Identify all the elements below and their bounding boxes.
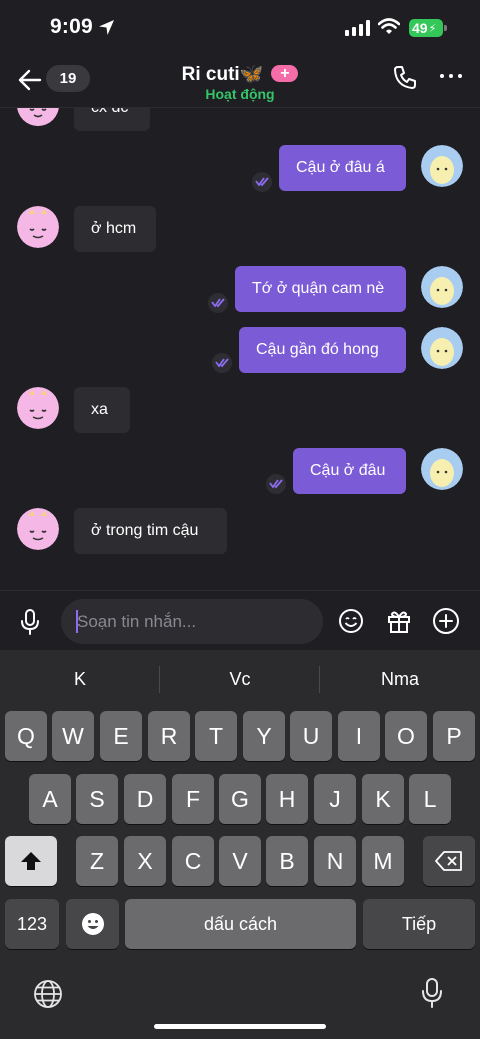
key[interactable]: Q bbox=[5, 711, 47, 761]
wifi-icon bbox=[378, 18, 400, 34]
my-avatar[interactable] bbox=[421, 266, 463, 308]
key[interactable]: U bbox=[290, 711, 332, 761]
message-bubble-sent[interactable]: Cậu ở đâu á bbox=[279, 145, 406, 191]
suggestion-bar: K Vc Nma bbox=[0, 650, 480, 706]
key[interactable]: H bbox=[266, 774, 308, 824]
message-bubble-received[interactable]: ở trong tim cậu bbox=[74, 508, 227, 554]
key[interactable]: I bbox=[338, 711, 380, 761]
my-avatar[interactable] bbox=[421, 448, 463, 490]
key[interactable]: G bbox=[219, 774, 261, 824]
space-key[interactable]: dấu cách bbox=[125, 899, 356, 949]
voice-message-icon[interactable] bbox=[18, 608, 42, 636]
suggestion-item[interactable]: Nma bbox=[320, 669, 480, 690]
status-time: 9:09 bbox=[50, 15, 93, 38]
contact-avatar[interactable] bbox=[17, 508, 59, 550]
key[interactable]: D bbox=[124, 774, 166, 824]
message-composer bbox=[0, 590, 480, 650]
message-bubble-sent[interactable]: Cậu ở đâu bbox=[293, 448, 406, 494]
contact-avatar[interactable] bbox=[17, 108, 59, 126]
key[interactable]: Z bbox=[76, 836, 118, 886]
key[interactable]: Y bbox=[243, 711, 285, 761]
globe-icon[interactable] bbox=[33, 979, 63, 1009]
add-attachment-icon[interactable] bbox=[432, 607, 460, 635]
seen-status-icon bbox=[208, 293, 228, 313]
key[interactable]: L bbox=[409, 774, 451, 824]
shift-arrow-icon bbox=[21, 852, 41, 870]
message-bubble-sent[interactable]: Tớ ở quận cam nè bbox=[235, 266, 406, 312]
home-indicator[interactable] bbox=[154, 1024, 326, 1029]
contact-avatar[interactable] bbox=[17, 206, 59, 248]
shift-key[interactable] bbox=[5, 836, 57, 886]
suggestion-item[interactable]: Vc bbox=[160, 669, 320, 690]
key[interactable]: E bbox=[100, 711, 142, 761]
phone-call-icon[interactable] bbox=[392, 64, 418, 90]
status-bar: 9:09 49 ⚡ bbox=[0, 0, 480, 56]
key[interactable]: J bbox=[314, 774, 356, 824]
dictation-mic-icon[interactable] bbox=[420, 977, 444, 1009]
message-list[interactable]: cx dc Cậu ở đâu á ở hcm Tớ ở quận cam nè… bbox=[0, 108, 480, 590]
key[interactable]: O bbox=[385, 711, 427, 761]
key[interactable]: R bbox=[148, 711, 190, 761]
seen-status-icon bbox=[212, 353, 232, 373]
key[interactable]: N bbox=[314, 836, 356, 886]
key[interactable]: S bbox=[76, 774, 118, 824]
message-bubble-received[interactable]: xa bbox=[74, 387, 130, 433]
return-key[interactable]: Tiếp bbox=[363, 899, 475, 949]
backspace-key[interactable] bbox=[423, 836, 475, 886]
key[interactable]: A bbox=[29, 774, 71, 824]
cellular-signal-icon bbox=[345, 20, 370, 36]
key[interactable]: K bbox=[362, 774, 404, 824]
contact-name: Ri cuti bbox=[181, 64, 240, 85]
key[interactable]: B bbox=[266, 836, 308, 886]
emoji-key[interactable] bbox=[66, 899, 119, 949]
location-arrow-icon bbox=[99, 20, 114, 35]
contact-avatar[interactable] bbox=[17, 387, 59, 429]
key[interactable]: X bbox=[124, 836, 166, 886]
emoji-icon[interactable] bbox=[337, 607, 365, 635]
battery-level: 49 bbox=[412, 20, 428, 36]
on-screen-keyboard: K Vc Nma Q W E R T Y U I O P A S D F G H… bbox=[0, 650, 480, 1039]
my-avatar[interactable] bbox=[421, 145, 463, 187]
key[interactable]: M bbox=[362, 836, 404, 886]
text-cursor bbox=[76, 610, 78, 633]
seen-status-icon bbox=[266, 474, 286, 494]
add-pill-button[interactable]: + bbox=[271, 65, 299, 82]
key[interactable]: T bbox=[195, 711, 237, 761]
gift-icon[interactable] bbox=[385, 607, 413, 635]
message-input[interactable] bbox=[61, 599, 323, 644]
more-options-icon[interactable] bbox=[440, 74, 462, 78]
key[interactable]: C bbox=[172, 836, 214, 886]
message-bubble-sent[interactable]: Cậu gần đó hong bbox=[239, 327, 406, 373]
backspace-icon bbox=[435, 851, 462, 871]
key[interactable]: P bbox=[433, 711, 475, 761]
battery-tip bbox=[444, 25, 447, 31]
battery-indicator: 49 ⚡ bbox=[409, 19, 443, 37]
chat-header: 19 Ri cuti🦋 + Hoạt động bbox=[0, 56, 480, 108]
message-bubble-received[interactable]: cx dc bbox=[74, 108, 150, 131]
emoji-face-icon bbox=[81, 913, 104, 935]
my-avatar[interactable] bbox=[421, 327, 463, 369]
seen-status-icon bbox=[252, 172, 272, 192]
numbers-key[interactable]: 123 bbox=[5, 899, 59, 949]
message-bubble-received[interactable]: ở hcm bbox=[74, 206, 156, 252]
butterfly-emoji: 🦋 bbox=[239, 64, 264, 85]
key[interactable]: V bbox=[219, 836, 261, 886]
key[interactable]: W bbox=[52, 711, 94, 761]
key[interactable]: F bbox=[172, 774, 214, 824]
suggestion-item[interactable]: K bbox=[0, 669, 160, 690]
